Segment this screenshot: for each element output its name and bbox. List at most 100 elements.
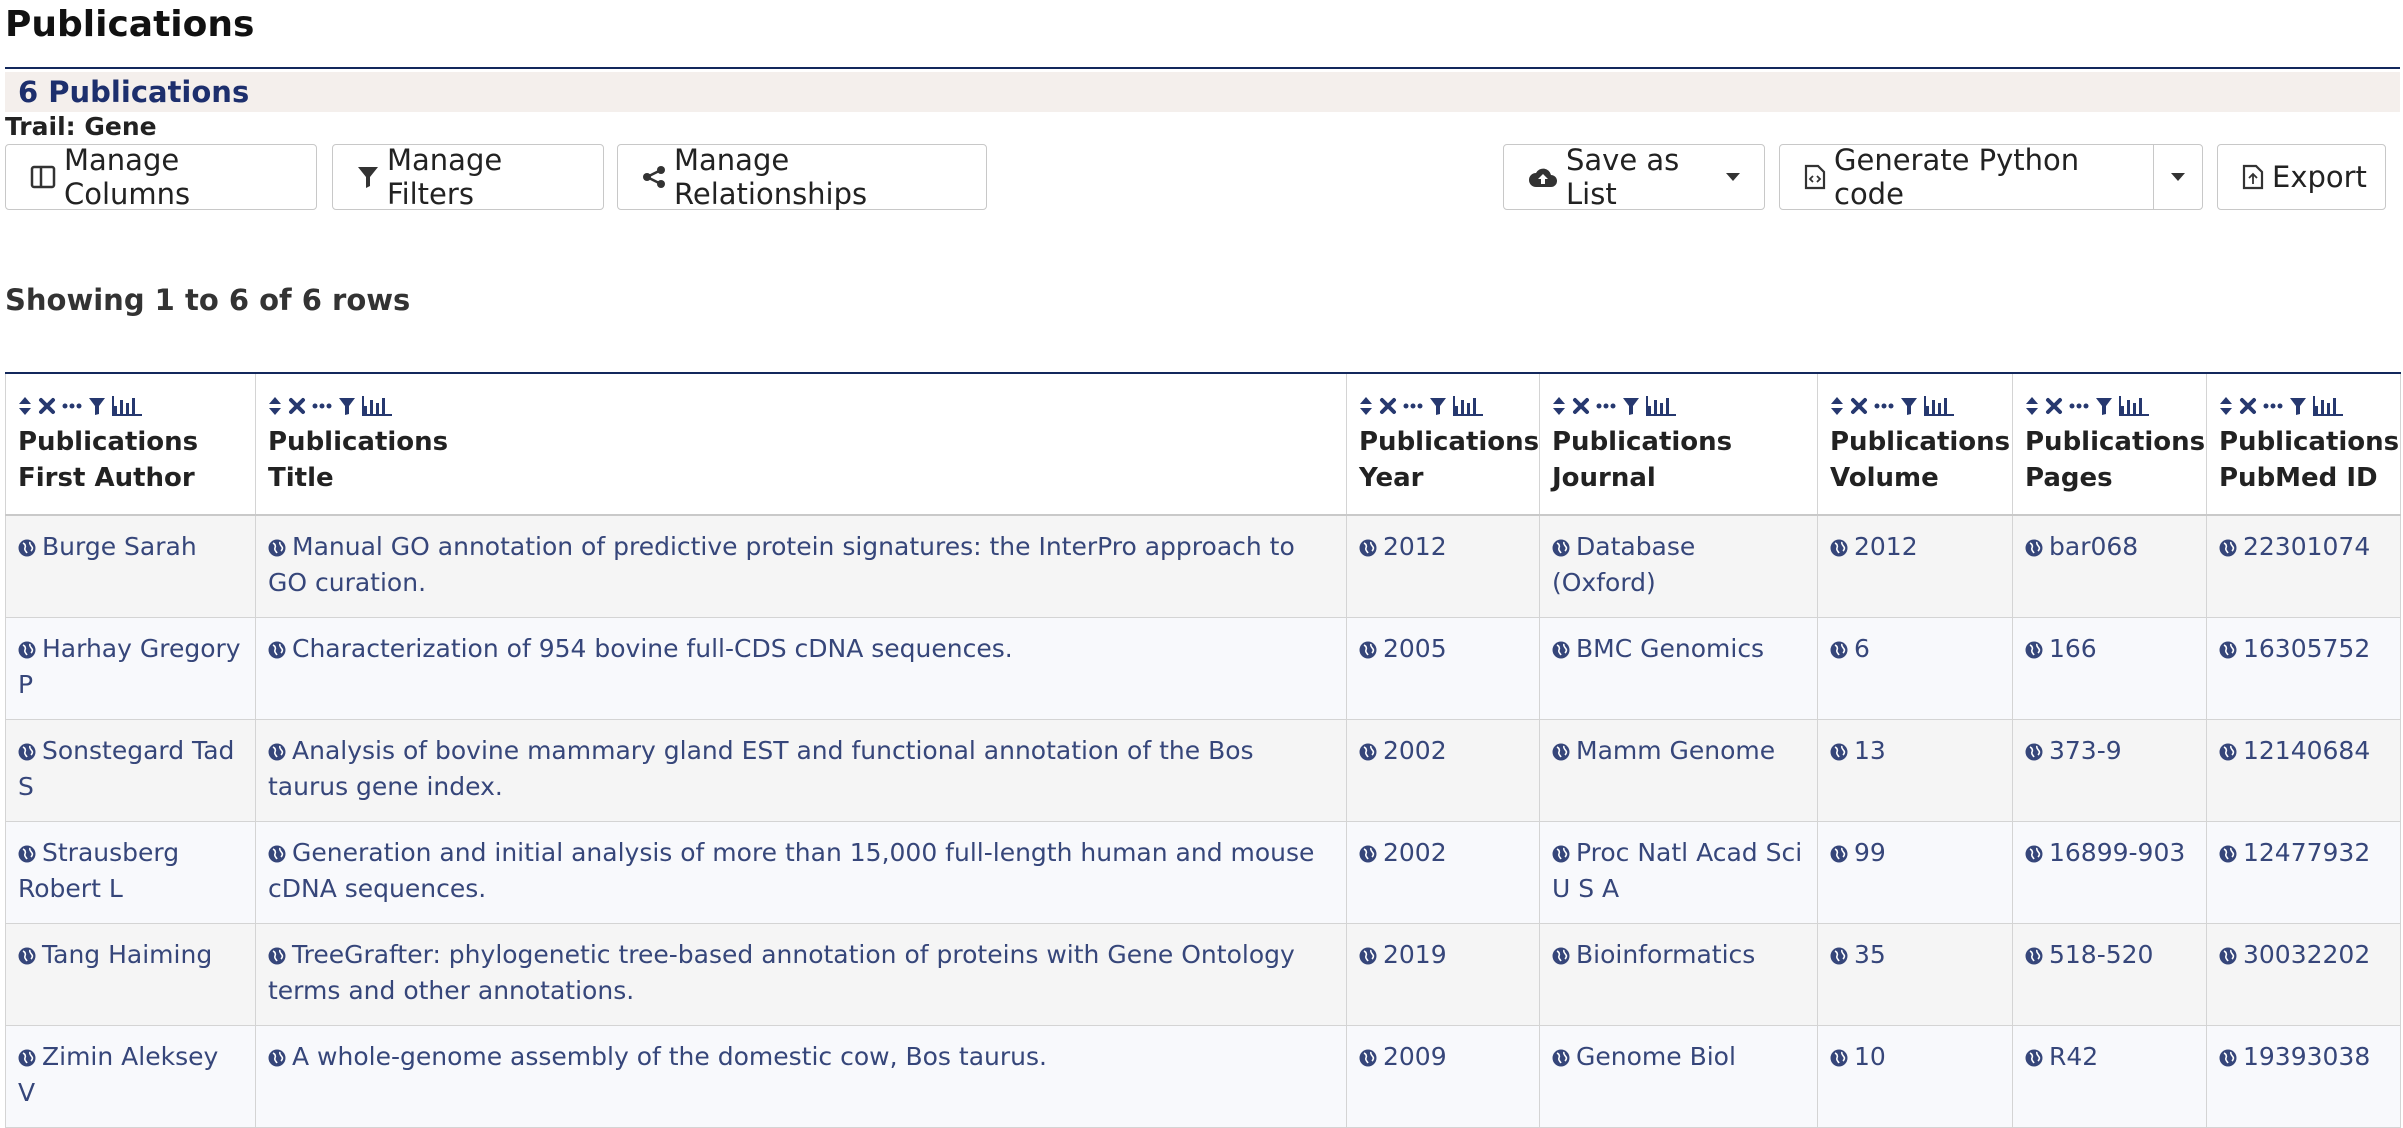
globe-icon[interactable] — [2025, 634, 2043, 668]
globe-icon[interactable] — [268, 736, 286, 770]
cell-value[interactable]: 166 — [2049, 634, 2097, 663]
cell-value[interactable]: 12140684 — [2243, 736, 2370, 765]
cell-value[interactable]: 2002 — [1383, 736, 1447, 765]
more-icon[interactable] — [2069, 402, 2089, 410]
globe-icon[interactable] — [1830, 736, 1848, 770]
cell-value[interactable]: 30032202 — [2243, 940, 2370, 969]
table-cell[interactable]: Manual GO annotation of predictive prote… — [255, 514, 1347, 618]
summary-chart-icon[interactable] — [2119, 396, 2149, 416]
table-cell[interactable]: 35 — [1817, 922, 2013, 1026]
cell-value[interactable]: Sonstegard Tad S — [18, 736, 234, 801]
more-icon[interactable] — [1874, 402, 1894, 410]
more-icon[interactable] — [1403, 402, 1423, 410]
table-cell[interactable]: 99 — [1817, 820, 2013, 924]
globe-icon[interactable] — [2025, 1042, 2043, 1076]
cell-value[interactable]: Characterization of 954 bovine full-CDS … — [292, 634, 1013, 663]
table-cell[interactable]: 2002 — [1346, 718, 1540, 822]
table-cell[interactable]: 30032202 — [2206, 922, 2401, 1026]
table-cell[interactable]: Database (Oxford) — [1539, 514, 1818, 618]
more-icon[interactable] — [1596, 402, 1616, 410]
globe-icon[interactable] — [268, 532, 286, 566]
export-button[interactable]: Export — [2217, 144, 2386, 210]
cell-value[interactable]: Burge Sarah — [42, 532, 197, 561]
more-icon[interactable] — [2263, 402, 2283, 410]
table-cell[interactable]: 12140684 — [2206, 718, 2401, 822]
globe-icon[interactable] — [2219, 838, 2237, 872]
table-cell[interactable]: 518-520 — [2012, 922, 2207, 1026]
filter-icon[interactable] — [2289, 396, 2307, 416]
globe-icon[interactable] — [2219, 1042, 2237, 1076]
cell-value[interactable]: 99 — [1854, 838, 1886, 867]
globe-icon[interactable] — [1830, 838, 1848, 872]
remove-column-icon[interactable] — [2045, 397, 2063, 415]
globe-icon[interactable] — [1830, 532, 1848, 566]
globe-icon[interactable] — [1359, 736, 1377, 770]
globe-icon[interactable] — [268, 634, 286, 668]
table-cell[interactable]: R42 — [2012, 1024, 2207, 1128]
summary-chart-icon[interactable] — [1924, 396, 1954, 416]
more-icon[interactable] — [62, 402, 82, 410]
table-cell[interactable]: 10 — [1817, 1024, 2013, 1128]
table-cell[interactable]: Bioinformatics — [1539, 922, 1818, 1026]
table-cell[interactable]: 166 — [2012, 616, 2207, 720]
table-cell[interactable]: 12477932 — [2206, 820, 2401, 924]
globe-icon[interactable] — [1552, 940, 1570, 974]
cell-value[interactable]: 13 — [1854, 736, 1886, 765]
table-cell[interactable]: Genome Biol — [1539, 1024, 1818, 1128]
table-cell[interactable]: A whole-genome assembly of the domestic … — [255, 1024, 1347, 1128]
remove-column-icon[interactable] — [1379, 397, 1397, 415]
cell-value[interactable]: R42 — [2049, 1042, 2098, 1071]
summary-chart-icon[interactable] — [2313, 396, 2343, 416]
remove-column-icon[interactable] — [1572, 397, 1590, 415]
table-cell[interactable]: Burge Sarah — [5, 514, 256, 618]
cell-value[interactable]: 10 — [1854, 1042, 1886, 1071]
globe-icon[interactable] — [2025, 532, 2043, 566]
table-cell[interactable]: 2012 — [1817, 514, 2013, 618]
table-cell[interactable]: bar068 — [2012, 514, 2207, 618]
sort-icon[interactable] — [18, 396, 32, 416]
cell-value[interactable]: 12477932 — [2243, 838, 2370, 867]
globe-icon[interactable] — [18, 940, 36, 974]
cell-value[interactable]: A whole-genome assembly of the domestic … — [292, 1042, 1047, 1071]
sort-icon[interactable] — [1830, 396, 1844, 416]
globe-icon[interactable] — [18, 634, 36, 668]
filter-icon[interactable] — [88, 396, 106, 416]
globe-icon[interactable] — [18, 532, 36, 566]
table-cell[interactable]: Sonstegard Tad S — [5, 718, 256, 822]
filter-icon[interactable] — [338, 396, 356, 416]
globe-icon[interactable] — [268, 838, 286, 872]
filter-icon[interactable] — [1622, 396, 1640, 416]
cell-value[interactable]: Analysis of bovine mammary gland EST and… — [268, 736, 1254, 801]
cell-value[interactable]: Zimin Aleksey V — [18, 1042, 218, 1107]
summary-chart-icon[interactable] — [1646, 396, 1676, 416]
summary-chart-icon[interactable] — [362, 396, 392, 416]
cell-value[interactable]: 373-9 — [2049, 736, 2122, 765]
table-cell[interactable]: TreeGrafter: phylogenetic tree-based ann… — [255, 922, 1347, 1026]
globe-icon[interactable] — [1552, 736, 1570, 770]
cell-value[interactable]: 2012 — [1383, 532, 1447, 561]
manage-filters-button[interactable]: Manage Filters — [332, 143, 604, 211]
table-cell[interactable]: Zimin Aleksey V — [5, 1024, 256, 1128]
cell-value[interactable]: BMC Genomics — [1576, 634, 1764, 663]
sort-icon[interactable] — [2025, 396, 2039, 416]
cell-value[interactable]: 6 — [1854, 634, 1870, 663]
globe-icon[interactable] — [2025, 736, 2043, 770]
globe-icon[interactable] — [2025, 838, 2043, 872]
globe-icon[interactable] — [268, 940, 286, 974]
globe-icon[interactable] — [1359, 838, 1377, 872]
table-cell[interactable]: 373-9 — [2012, 718, 2207, 822]
summary-chart-icon[interactable] — [1453, 396, 1483, 416]
globe-icon[interactable] — [2219, 532, 2237, 566]
table-cell[interactable]: Characterization of 954 bovine full-CDS … — [255, 616, 1347, 720]
globe-icon[interactable] — [1552, 838, 1570, 872]
manage-relationships-button[interactable]: Manage Relationships — [617, 143, 987, 211]
table-cell[interactable]: Analysis of bovine mammary gland EST and… — [255, 718, 1347, 822]
globe-icon[interactable] — [1359, 532, 1377, 566]
sort-icon[interactable] — [268, 396, 282, 416]
table-cell[interactable]: 2005 — [1346, 616, 1540, 720]
cell-value[interactable]: Manual GO annotation of predictive prote… — [268, 532, 1295, 597]
cell-value[interactable]: Strausberg Robert L — [18, 838, 179, 903]
table-cell[interactable]: BMC Genomics — [1539, 616, 1818, 720]
cell-value[interactable]: 2012 — [1854, 532, 1918, 561]
more-icon[interactable] — [312, 402, 332, 410]
